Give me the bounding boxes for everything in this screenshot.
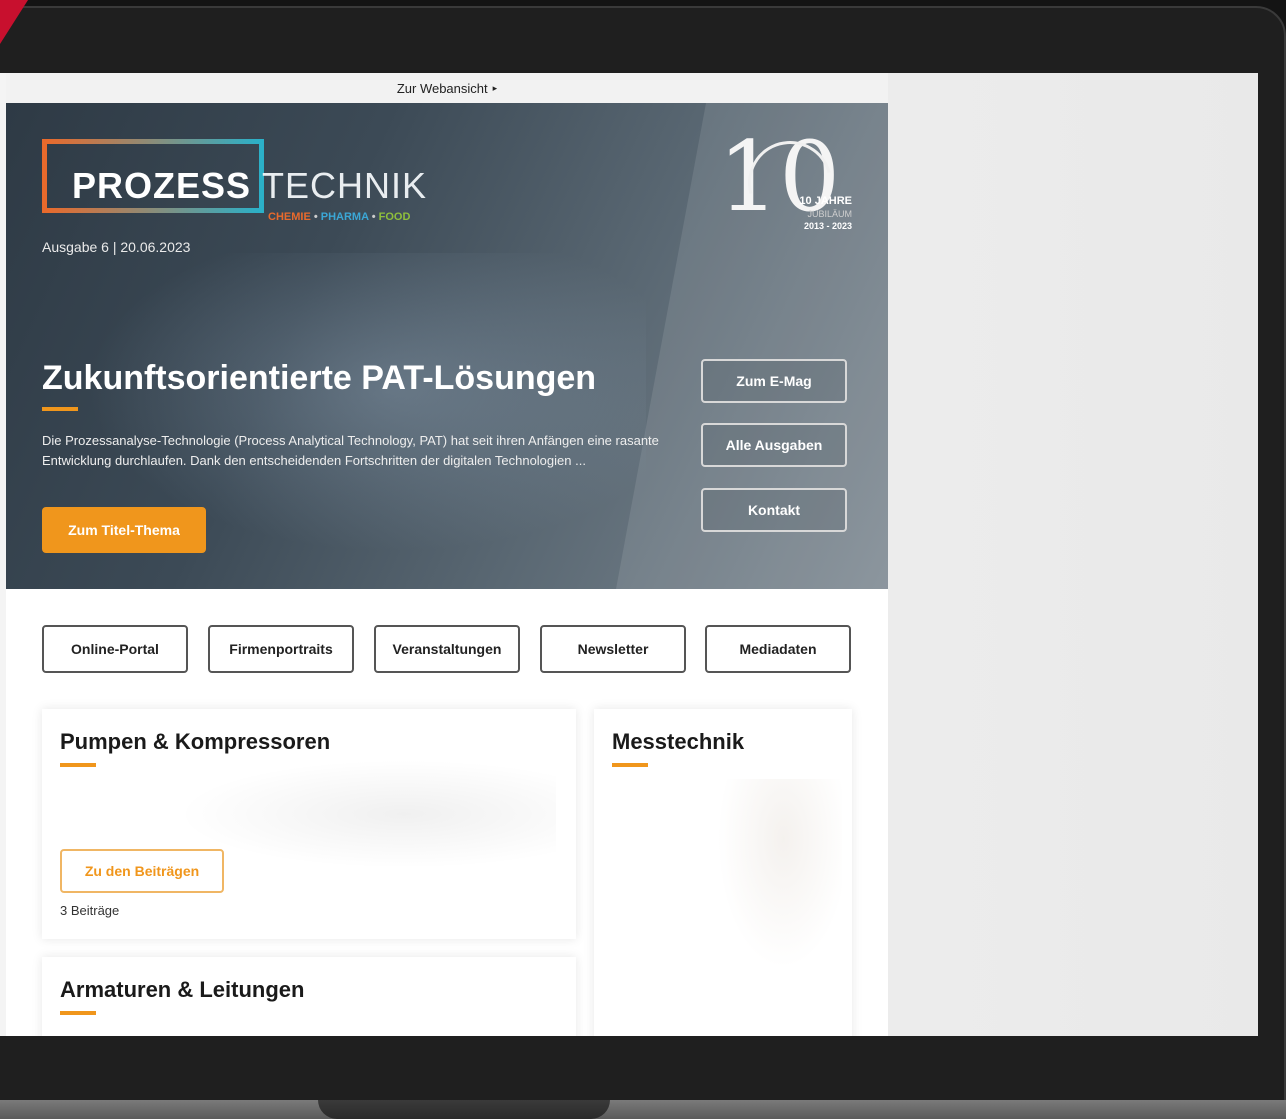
nav-media-data[interactable]: Mediadaten xyxy=(705,625,851,673)
web-view-bar: Zur Webansicht ▸ xyxy=(6,73,888,103)
corner-accent xyxy=(0,0,28,44)
title-topic-button[interactable]: Zum Titel-Thema xyxy=(42,507,206,553)
laptop-screen: Zur Webansicht ▸ PROZESS TECHNIK CHEMIE … xyxy=(0,73,1258,1036)
logo-technik: TECHNIK xyxy=(262,165,428,206)
tagline-sep: • xyxy=(371,211,376,223)
tagline-chemie: CHEMIE xyxy=(268,211,311,223)
nav-online-portal[interactable]: Online-Portal xyxy=(42,625,188,673)
chevron-right-icon: ▸ xyxy=(492,82,498,93)
logo-tagline: CHEMIE • PHARMA • FOOD xyxy=(268,211,410,223)
card-title: Messtechnik xyxy=(612,729,745,754)
nav-company-portraits[interactable]: Firmenportraits xyxy=(208,625,354,673)
headline-underline xyxy=(42,407,78,411)
nav-events[interactable]: Veranstaltungen xyxy=(374,625,520,673)
anniversary-line2: JUBILÄUM xyxy=(807,209,852,219)
card-underline xyxy=(60,763,96,767)
tagline-food: FOOD xyxy=(378,211,411,223)
pump-image xyxy=(176,759,556,869)
hero-lead-text: Die Prozessanalyse-Technologie (Process … xyxy=(42,433,659,468)
logo-prozess: PROZESS xyxy=(72,165,252,206)
card-underline xyxy=(60,1011,96,1015)
card-messtechnik: Messtechnik xyxy=(594,709,852,1036)
messtechnik-image xyxy=(712,779,842,979)
nav-newsletter[interactable]: Newsletter xyxy=(540,625,686,673)
web-view-link[interactable]: Zur Webansicht xyxy=(397,81,488,96)
tagline-sep: • xyxy=(313,211,318,223)
anniversary-line1: 10 JAHRE xyxy=(799,195,852,207)
issue-label: Ausgabe 6 | 20.06.2023 xyxy=(42,239,191,255)
emag-button[interactable]: Zum E-Mag xyxy=(701,359,847,403)
article-count: 3 Beiträge xyxy=(60,903,120,918)
tagline-pharma: PHARMA xyxy=(320,211,369,223)
laptop-hinge-notch xyxy=(318,1100,610,1119)
laptop-base xyxy=(0,1100,1286,1119)
contact-button[interactable]: Kontakt xyxy=(701,488,847,532)
card-title: Pumpen & Kompressoren xyxy=(60,729,331,754)
anniversary-badge: 10 10 JAHRE JUBILÄUM 2013 - 2023 xyxy=(718,125,858,241)
nav-bar: Online-Portal Firmenportraits Veranstalt… xyxy=(6,589,888,673)
card-title: Armaturen & Leitungen xyxy=(60,977,305,1002)
hero-banner: PROZESS TECHNIK CHEMIE • PHARMA • FOOD A… xyxy=(6,103,888,589)
card-underline xyxy=(612,763,648,767)
all-issues-button[interactable]: Alle Ausgaben xyxy=(701,423,847,467)
anniversary-line3: 2013 - 2023 xyxy=(803,221,852,231)
card-armaturen: Armaturen & Leitungen xyxy=(42,957,576,1036)
to-articles-button[interactable]: Zu den Beiträgen xyxy=(60,849,224,893)
card-pumps: Pumpen & Kompressoren Zu den Beiträgen 3… xyxy=(42,709,576,939)
newsletter-email: Zur Webansicht ▸ PROZESS TECHNIK CHEMIE … xyxy=(6,73,888,1036)
hero-headline: Zukunftsorientierte PAT-Lösungen xyxy=(42,359,597,397)
